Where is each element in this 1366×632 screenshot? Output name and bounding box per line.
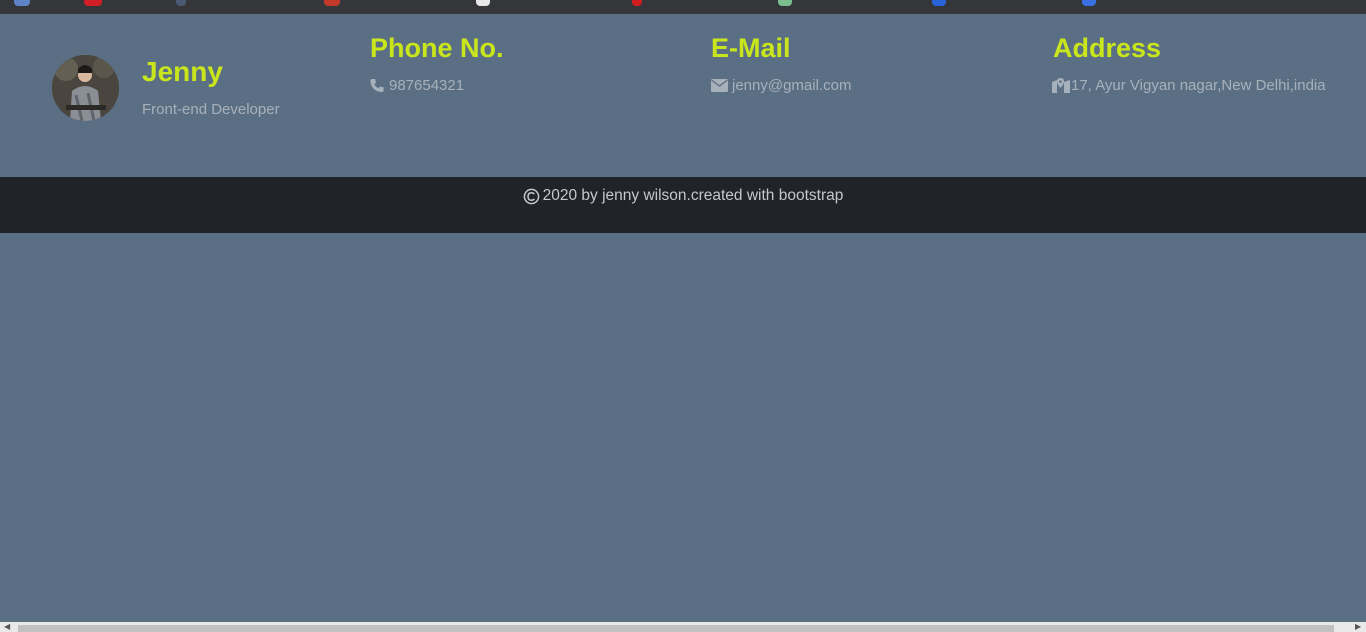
bookmark-item[interactable] bbox=[324, 0, 340, 6]
copyright-icon bbox=[523, 188, 539, 204]
bookmark-item[interactable] bbox=[14, 0, 30, 6]
envelope-icon bbox=[711, 79, 728, 92]
footer-credit: 2020 by jenny wilson.created with bootst… bbox=[0, 187, 1366, 205]
phone-title: Phone No. bbox=[370, 33, 504, 63]
scroll-right-icon[interactable]: ▶ bbox=[1355, 622, 1361, 632]
email-title: E-Mail bbox=[711, 33, 791, 63]
phone-number: 987654321 bbox=[389, 77, 465, 94]
email-address: jenny@gmail.com bbox=[732, 77, 852, 94]
address-text: 17, Ayur Vigyan nagar,New Delhi,india bbox=[1071, 77, 1326, 94]
contact-header: Jenny Front-end Developer Phone No. 9876… bbox=[0, 14, 1366, 177]
address-value: 17, Ayur Vigyan nagar,New Delhi,india bbox=[1052, 77, 1326, 94]
bookmark-item[interactable] bbox=[778, 0, 792, 6]
avatar bbox=[52, 55, 119, 121]
scrollbar-thumb[interactable] bbox=[18, 625, 1334, 632]
bookmarks-bar bbox=[0, 0, 1366, 14]
bookmark-item[interactable] bbox=[632, 0, 642, 6]
phone-icon bbox=[370, 78, 384, 93]
footer: 2020 by jenny wilson.created with bootst… bbox=[0, 177, 1366, 233]
profile-role: Front-end Developer bbox=[142, 101, 280, 118]
address-title: Address bbox=[1053, 33, 1162, 63]
email-value[interactable]: jenny@gmail.com bbox=[711, 77, 851, 94]
bookmark-item[interactable] bbox=[84, 0, 102, 6]
map-marker-icon bbox=[1052, 78, 1070, 93]
bookmark-item[interactable] bbox=[476, 0, 490, 6]
phone-value[interactable]: 987654321 bbox=[369, 77, 464, 94]
footer-text: 2020 by jenny wilson.created with bootst… bbox=[542, 187, 844, 204]
avatar-photo bbox=[52, 55, 119, 121]
bookmark-item[interactable] bbox=[932, 0, 946, 6]
bookmark-item[interactable] bbox=[176, 0, 186, 6]
bookmark-item[interactable] bbox=[1082, 0, 1096, 6]
horizontal-scrollbar[interactable]: ◀ ▶ bbox=[0, 622, 1366, 632]
scroll-left-icon[interactable]: ◀ bbox=[4, 622, 10, 632]
profile-name: Jenny bbox=[142, 56, 223, 87]
